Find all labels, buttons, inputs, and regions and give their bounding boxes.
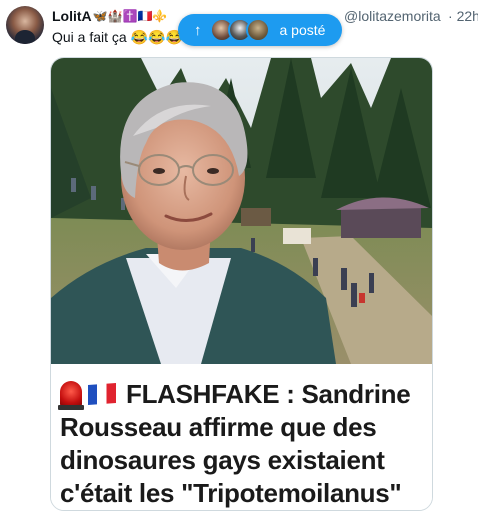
post-time[interactable]: 22h — [457, 8, 478, 24]
author-name-emojis: 🦋🏰✝️🇫🇷⚜️ — [92, 9, 168, 23]
author-name[interactable]: LolitA — [52, 8, 92, 24]
post-text: Qui a fait ça 😂😂😂 — [52, 29, 183, 45]
siren-emoji-icon — [58, 381, 84, 410]
separator-dot: · — [448, 8, 453, 24]
author-handle[interactable]: @lolitazemorita — [344, 8, 441, 24]
arrow-up-icon: ↑ — [194, 21, 202, 39]
post-media-image[interactable]: FLASHFAKE : Sandrine Rousseau affirme qu… — [50, 57, 433, 511]
photo-woman-in-forest — [51, 58, 432, 364]
post-timestamp[interactable]: · 22h — [448, 8, 478, 24]
caption-line: c'était les "Tripotemoilanus" — [60, 478, 402, 508]
caption-line: FLASHFAKE : Sandrine — [58, 378, 432, 411]
caption-line: Rousseau affirme que des — [60, 412, 377, 442]
new-posts-avatars — [209, 18, 270, 42]
avatar — [245, 18, 270, 42]
caption-text: FLASHFAKE : Sandrine — [126, 379, 411, 409]
new-posts-label: a posté — [279, 22, 326, 38]
author-avatar[interactable] — [6, 6, 44, 44]
new-posts-button[interactable]: ↑ a posté — [178, 14, 342, 46]
caption-line: dinosaures gays existaient — [60, 445, 385, 475]
french-flag-icon — [88, 383, 116, 405]
image-caption: FLASHFAKE : Sandrine Rousseau affirme qu… — [51, 364, 432, 510]
